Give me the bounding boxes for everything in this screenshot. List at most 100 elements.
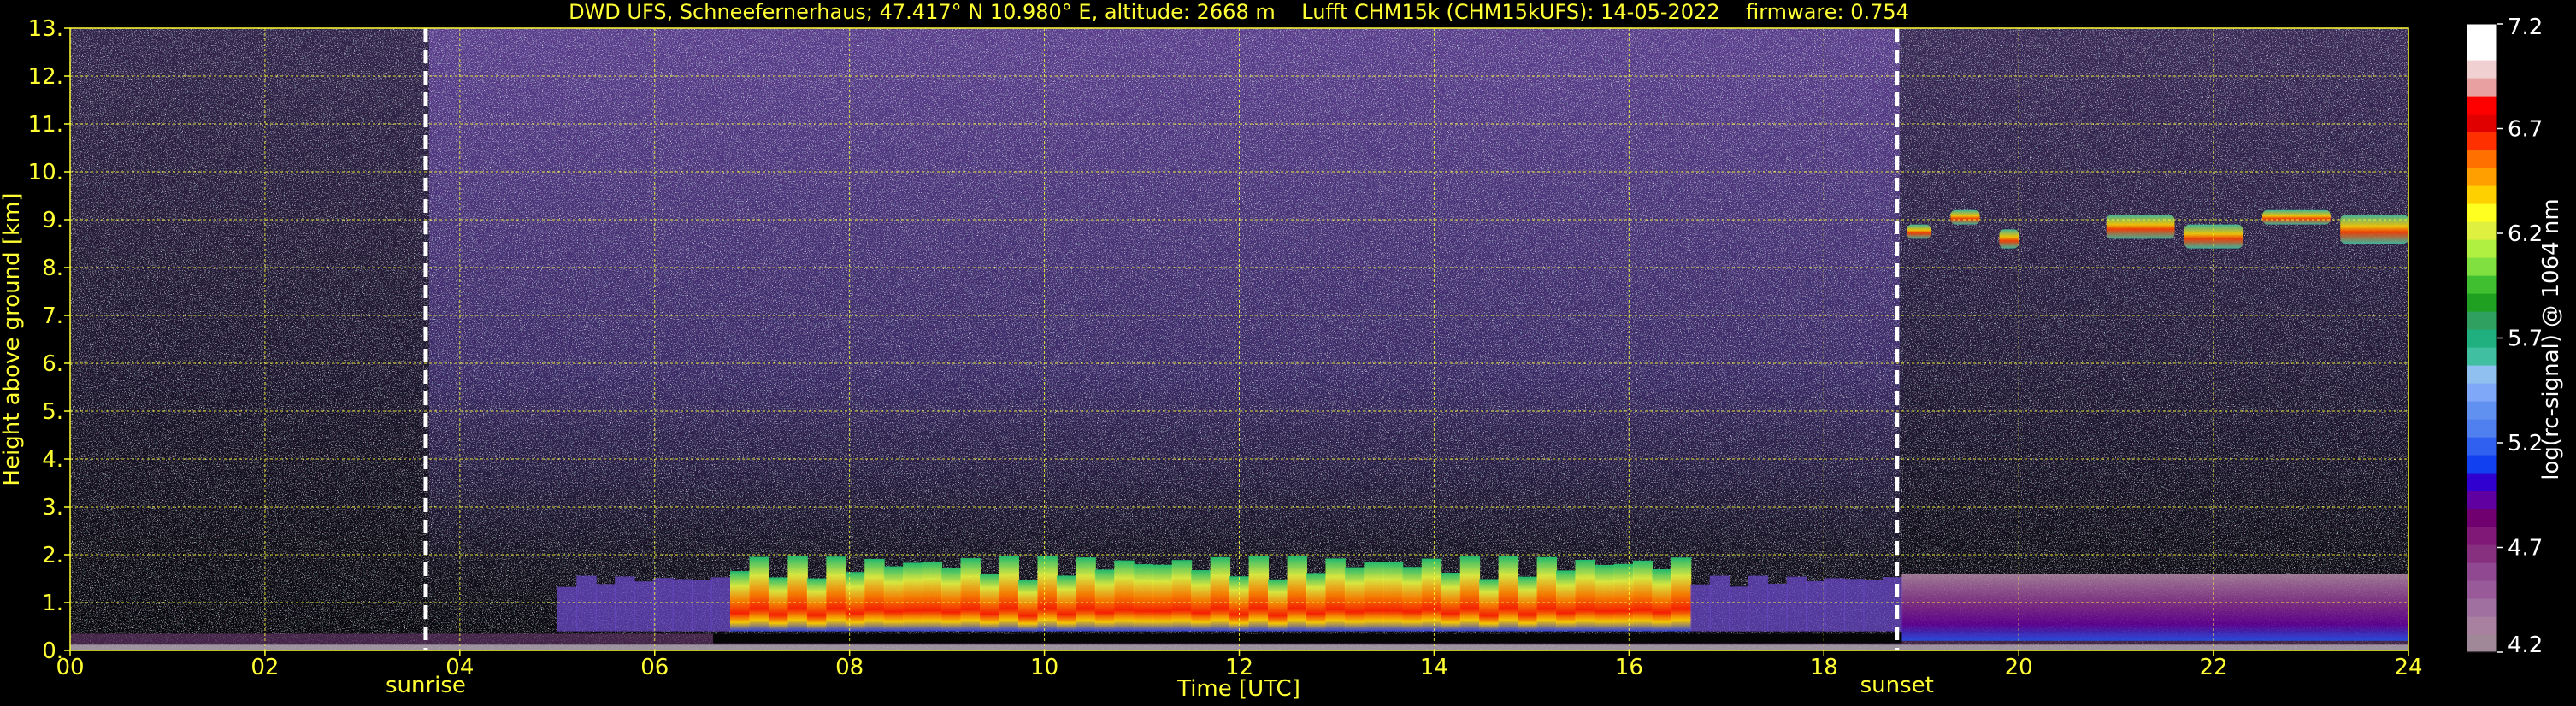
colorbar-segment [2467, 455, 2497, 474]
boundary-layer-cell [768, 577, 789, 632]
cirrus-patch [1950, 209, 1980, 225]
colorbar-tick-label: 4.7 [2508, 536, 2543, 562]
boundary-layer-cell [1191, 570, 1211, 632]
colorbar-segment [2467, 365, 2497, 384]
x-tick-label: 08 [835, 655, 864, 680]
boundary-layer-cell [749, 556, 769, 632]
cirrus-patch [2262, 209, 2331, 225]
boundary-layer-cell [1171, 560, 1193, 632]
boundary-layer-cell [1690, 584, 1711, 632]
y-tick-label: 7. [42, 303, 63, 329]
x-tick-label: 16 [1615, 655, 1643, 680]
colorbar-segment [2467, 383, 2497, 402]
x-tick-label: 14 [1420, 655, 1448, 680]
x-tick-label: 10 [1030, 655, 1058, 680]
y-axis-label: Height above ground [km] [0, 192, 25, 485]
boundary-layer-cell [864, 558, 885, 632]
colorbar-segment [2467, 60, 2497, 79]
boundary-layer-cell [1479, 579, 1500, 632]
sunrise-label: sunrise [386, 673, 466, 698]
colorbar-segment [2467, 221, 2497, 240]
y-tick-label: 1. [42, 591, 63, 616]
boundary-layer-cell [692, 580, 712, 632]
cirrus-patch [2340, 215, 2408, 244]
colorbar-segment [2467, 616, 2497, 635]
boundary-layer-cell [1613, 563, 1634, 632]
boundary-layer-cell [1518, 576, 1538, 632]
colorbar-segment [2467, 473, 2497, 491]
boundary-layer-cell [1709, 575, 1730, 632]
colorbar [2467, 24, 2497, 653]
boundary-layer-cell [960, 558, 981, 632]
boundary-layer-cell [999, 556, 1019, 632]
boundary-layer-cell [1806, 580, 1826, 632]
colorbar-segment [2467, 42, 2497, 61]
night-residual-layer [1901, 574, 2408, 641]
colorbar-tick-label: 7.2 [2508, 15, 2543, 40]
colorbar-segment [2467, 544, 2497, 563]
y-tick-label: 6. [42, 351, 63, 377]
colorbar-segment [2467, 634, 2497, 653]
colorbar-segment [2467, 509, 2497, 527]
colorbar-segment [2467, 311, 2497, 330]
colorbar-segment [2467, 257, 2497, 276]
colorbar-segment [2467, 329, 2497, 348]
boundary-layer-cell [1459, 556, 1481, 632]
boundary-layer-cell [1306, 573, 1327, 632]
boundary-layer-cell [787, 556, 808, 632]
boundary-layer-cell [883, 566, 905, 632]
colorbar-segment [2467, 24, 2497, 43]
boundary-layer-cell [845, 572, 866, 632]
boundary-layer-cell [1287, 556, 1307, 632]
boundary-layer-cell [1056, 575, 1077, 632]
boundary-layer-cell [1114, 560, 1135, 632]
colorbar-segment [2467, 598, 2497, 617]
boundary-layer-cell [653, 578, 674, 632]
boundary-layer-cell [1786, 576, 1807, 632]
colorbar-segment [2467, 527, 2497, 545]
boundary-layer-cell [1248, 556, 1270, 632]
colorbar-segment [2467, 96, 2497, 115]
boundary-layer-cell [1671, 557, 1692, 632]
boundary-layer-cell [672, 579, 693, 632]
boundary-layer-cell [1076, 557, 1096, 632]
colorbar-segment [2467, 185, 2497, 204]
colorbar-segment [2467, 437, 2497, 456]
boundary-layer-cell [1632, 560, 1653, 632]
ceilometer-chart: 00 02 04 06 08 10 12 14 16 18 20 22 24 0.1.2.3.4.5.6… [0, 0, 2564, 702]
x-axis-label: Time [UTC] [1176, 676, 1300, 702]
boundary-layer-cell [1652, 568, 1672, 632]
y-tick-label: 13. [28, 16, 63, 42]
colorbar-ticks: 7.26.76.25.75.24.74.2 [2497, 15, 2543, 658]
cirrus-patch [1907, 224, 1931, 239]
colorbar-tick-label: 6.7 [2508, 117, 2543, 143]
boundary-layer-cell [1441, 573, 1461, 632]
colorbar-segment [2467, 150, 2497, 168]
y-tick-label: 0. [42, 638, 63, 664]
colorbar-segment [2467, 347, 2497, 366]
boundary-layer-cell [710, 577, 731, 632]
boundary-layer-cell [634, 581, 655, 632]
colorbar-segment [2467, 419, 2497, 438]
sun-marker-labels: sunrise sunset [386, 673, 1934, 698]
colorbar-segment [2467, 491, 2497, 509]
boundary-layer-cell [1767, 583, 1788, 632]
sunset-label: sunset [1860, 673, 1934, 698]
colorbar-label: log(rc-signal) @ 1064 nm [2538, 198, 2564, 479]
y-tick-label: 11. [28, 112, 63, 138]
boundary-layer-cell [1882, 577, 1903, 632]
boundary-layer-cell [1364, 562, 1384, 632]
heatmap-plot-area [70, 28, 2408, 650]
boundary-layer-cell [1268, 579, 1288, 632]
y-tick-label: 2. [42, 543, 63, 568]
x-tick-label: 18 [1810, 655, 1838, 680]
boundary-layer-cell [1133, 564, 1154, 632]
x-tick-label: 24 [2394, 655, 2422, 680]
colorbar-segment [2467, 580, 2497, 599]
colorbar-segment [2467, 132, 2497, 150]
boundary-layer-cell [1575, 559, 1595, 632]
colorbar-segment [2467, 401, 2497, 420]
colorbar-segment [2467, 168, 2497, 186]
boundary-layer-cell [1594, 564, 1615, 632]
x-tick-label: 02 [251, 655, 279, 680]
